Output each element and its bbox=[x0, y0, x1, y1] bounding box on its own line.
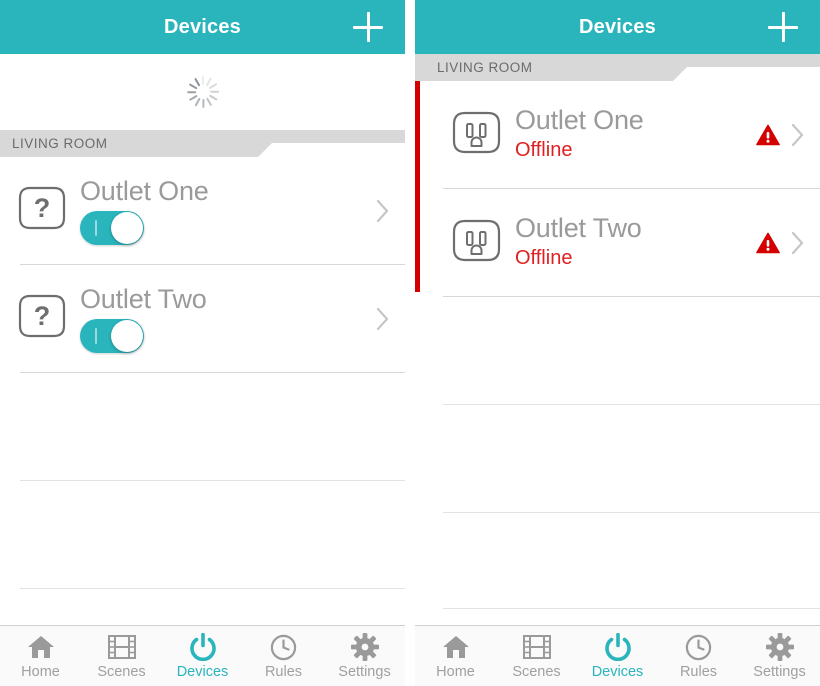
device-name: Outlet One bbox=[515, 104, 644, 135]
device-name: Outlet Two bbox=[515, 212, 642, 243]
home-icon bbox=[27, 632, 55, 662]
tab-label: Home bbox=[436, 664, 475, 680]
power-icon bbox=[604, 632, 632, 662]
section-label: LIVING ROOM bbox=[437, 60, 533, 75]
row-separator bbox=[443, 608, 820, 609]
clock-icon bbox=[270, 632, 297, 662]
warning-triangle-icon bbox=[756, 232, 780, 254]
chevron-right-icon bbox=[791, 123, 804, 147]
tab-rules[interactable]: Rules bbox=[243, 626, 324, 686]
table-row[interactable]: ? Outlet One bbox=[0, 157, 405, 265]
tab-home[interactable]: Home bbox=[415, 626, 496, 686]
table-row[interactable]: Outlet One Offline bbox=[415, 81, 820, 189]
tab-bar: Home Scenes Devices Rules Settings bbox=[0, 625, 405, 686]
chevron-right-icon bbox=[791, 231, 804, 255]
add-device-button[interactable] bbox=[768, 12, 798, 42]
tab-label: Scenes bbox=[97, 664, 146, 680]
tab-devices[interactable]: Devices bbox=[577, 626, 658, 686]
page-title: Devices bbox=[578, 15, 656, 38]
home-icon bbox=[442, 632, 470, 662]
film-icon bbox=[107, 632, 136, 662]
tab-scenes[interactable]: Scenes bbox=[81, 626, 162, 686]
svg-text:?: ? bbox=[34, 193, 51, 223]
loading-indicator bbox=[0, 54, 405, 130]
power-outlet-icon bbox=[445, 216, 509, 270]
toggle-on-mark bbox=[95, 219, 97, 236]
status-badge: Offline bbox=[515, 139, 573, 162]
add-device-button[interactable] bbox=[353, 12, 383, 42]
nav-bar: Devices bbox=[0, 0, 405, 54]
unknown-device-icon: ? bbox=[10, 292, 74, 346]
screenshot-root: Devices LIVING ROOM ? Outlet One ? Outle… bbox=[0, 0, 820, 686]
toggle-knob bbox=[111, 319, 143, 352]
device-power-toggle[interactable] bbox=[80, 318, 144, 353]
tab-devices[interactable]: Devices bbox=[162, 626, 243, 686]
nav-bar: Devices bbox=[415, 0, 820, 54]
film-icon bbox=[522, 632, 551, 662]
toggle-knob bbox=[111, 211, 143, 244]
unknown-device-icon: ? bbox=[10, 184, 74, 238]
tab-settings[interactable]: Settings bbox=[324, 626, 405, 686]
list-item bbox=[0, 373, 405, 481]
list-item bbox=[415, 297, 820, 405]
tab-label: Devices bbox=[176, 664, 229, 680]
list-item bbox=[415, 405, 820, 513]
table-row[interactable]: ? Outlet Two bbox=[0, 265, 405, 373]
tab-scenes[interactable]: Scenes bbox=[496, 626, 577, 686]
list-item bbox=[415, 513, 820, 609]
chevron-right-icon bbox=[376, 199, 389, 223]
clock-icon bbox=[685, 632, 712, 662]
chevron-right-icon bbox=[376, 307, 389, 331]
tab-home[interactable]: Home bbox=[0, 626, 81, 686]
gear-icon bbox=[765, 632, 794, 662]
screen-loading: Devices LIVING ROOM ? Outlet One ? Outle… bbox=[0, 0, 405, 686]
screen-divider bbox=[405, 0, 415, 686]
device-list: Outlet One Offline Outlet Two Offline bbox=[415, 81, 820, 609]
table-row[interactable]: Outlet Two Offline bbox=[415, 189, 820, 297]
page-title: Devices bbox=[163, 15, 241, 38]
section-header-living-room: LIVING ROOM bbox=[415, 54, 820, 81]
tab-label: Rules bbox=[679, 664, 718, 680]
tab-label: Settings bbox=[338, 664, 391, 680]
power-icon bbox=[189, 632, 217, 662]
tab-label: Home bbox=[21, 664, 60, 680]
tab-bar: Home Scenes Devices Rules Settings bbox=[415, 625, 820, 686]
tab-label: Rules bbox=[264, 664, 303, 680]
device-list: ? Outlet One ? Outlet Two bbox=[0, 157, 405, 633]
toggle-on-mark bbox=[95, 327, 97, 344]
device-name: Outlet Two bbox=[80, 284, 207, 315]
section-label: LIVING ROOM bbox=[12, 136, 108, 151]
gear-icon bbox=[350, 632, 379, 662]
alert-indicator-bar bbox=[415, 81, 420, 292]
loading-spinner-icon bbox=[186, 75, 220, 109]
device-power-toggle[interactable] bbox=[80, 210, 144, 245]
list-item bbox=[0, 481, 405, 589]
device-name: Outlet One bbox=[80, 176, 209, 207]
tab-label: Devices bbox=[591, 664, 644, 680]
status-badge: Offline bbox=[515, 247, 573, 270]
tab-label: Settings bbox=[753, 664, 806, 680]
svg-text:?: ? bbox=[34, 301, 51, 331]
screen-offline: Devices LIVING ROOM Outlet One Offline O… bbox=[415, 0, 820, 686]
tab-label: Scenes bbox=[512, 664, 561, 680]
tab-rules[interactable]: Rules bbox=[658, 626, 739, 686]
section-header-living-room: LIVING ROOM bbox=[0, 130, 405, 157]
tab-settings[interactable]: Settings bbox=[739, 626, 820, 686]
power-outlet-icon bbox=[445, 108, 509, 162]
warning-triangle-icon bbox=[756, 124, 780, 146]
